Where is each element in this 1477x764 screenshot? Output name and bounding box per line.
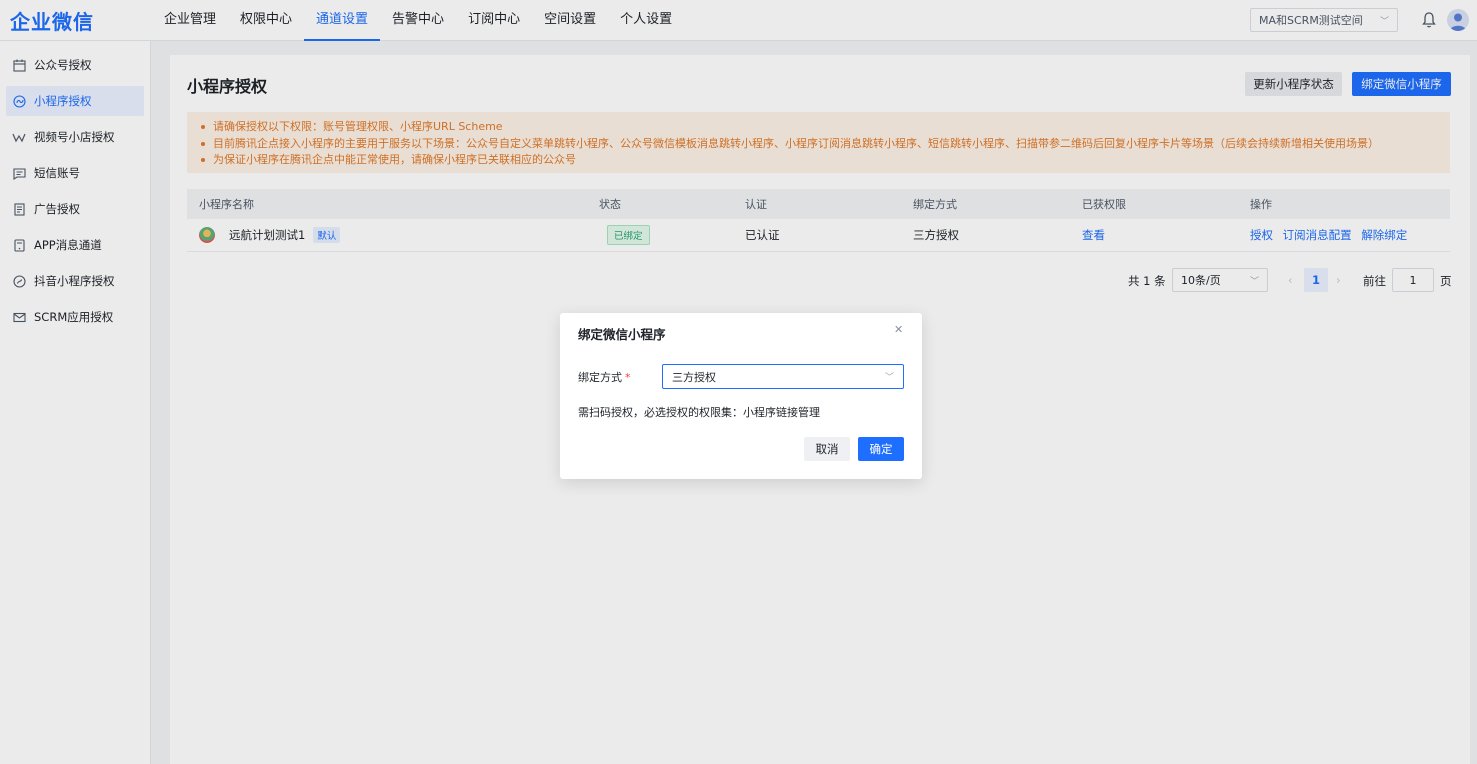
dialog-note: 需扫码授权，必选授权的权限集：小程序链接管理	[578, 406, 820, 419]
bind-method-label: 绑定方式 *	[578, 369, 631, 385]
required-mark: *	[625, 371, 631, 384]
chevron-down-icon: ﹀	[884, 373, 894, 383]
dialog-title: 绑定微信小程序	[578, 327, 666, 342]
bind-method-label-text: 绑定方式	[578, 371, 622, 384]
confirm-button[interactable]: 确定	[858, 437, 904, 461]
bind-method-select[interactable]: 三方授权 ﹀	[662, 364, 904, 389]
close-icon[interactable]: ✕	[894, 324, 904, 335]
bind-mini-program-dialog: 绑定微信小程序 ✕ 绑定方式 * 三方授权 ﹀ 需扫码授权，必选授权的权限集：小程…	[560, 313, 922, 479]
bind-method-value: 三方授权	[672, 370, 716, 384]
cancel-button[interactable]: 取消	[804, 437, 850, 461]
